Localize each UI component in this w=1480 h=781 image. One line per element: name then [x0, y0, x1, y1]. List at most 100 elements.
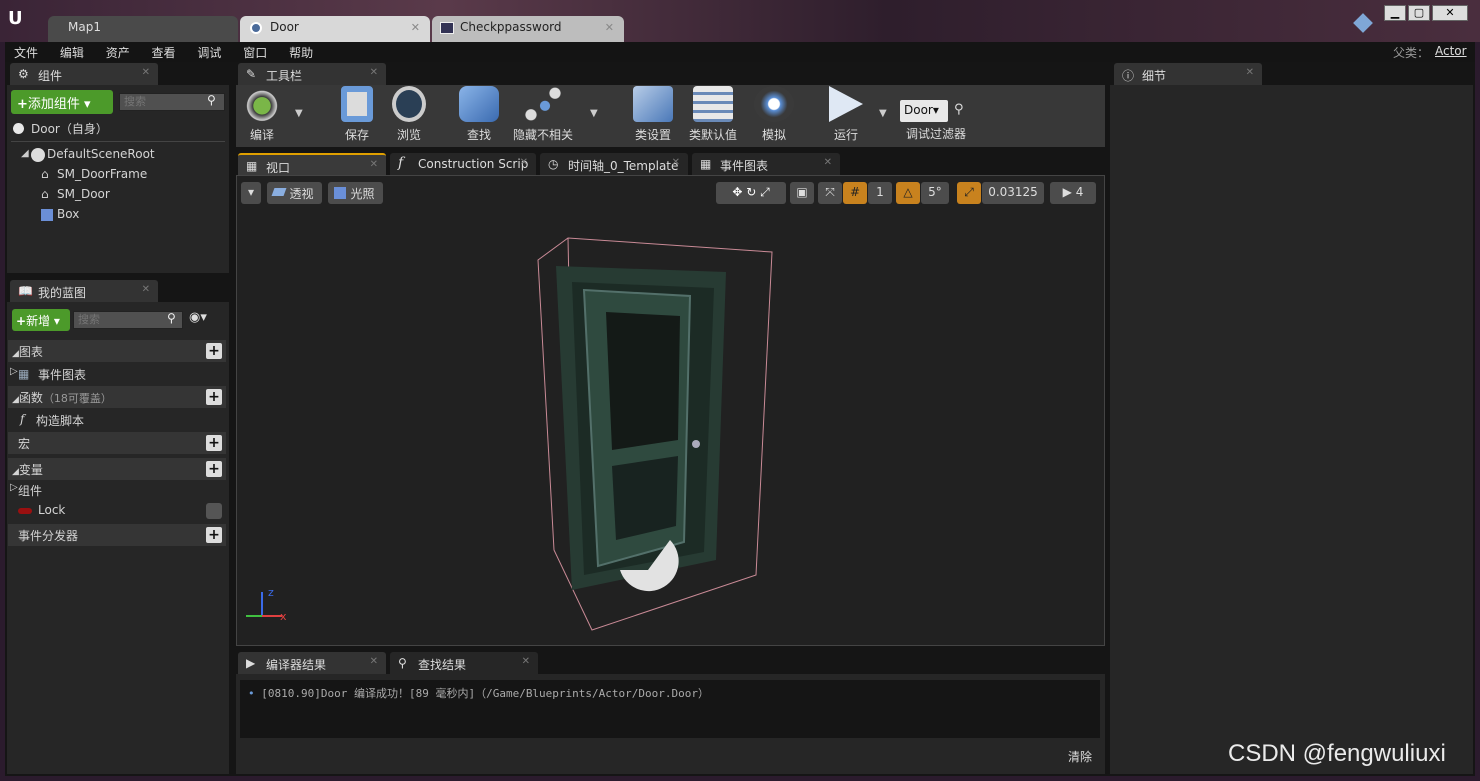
world-local-toggle[interactable]: ⤧ [818, 182, 842, 204]
hide-unrelated-chevron-icon[interactable]: ▼ [590, 108, 598, 119]
hide-unrelated-button[interactable]: 隐藏不相关 [510, 86, 576, 143]
self-item-label: Door（自身） [31, 122, 108, 136]
clear-button[interactable]: 清除 [1068, 748, 1092, 765]
transform-tools-group[interactable]: ✥ ↻ ⤢ [716, 182, 786, 204]
close-icon[interactable]: ✕ [142, 67, 150, 78]
components-category[interactable]: ▷ 组件 [10, 482, 226, 500]
close-icon[interactable]: ✕ [672, 157, 680, 168]
unreal-logo-icon[interactable]: U [8, 8, 30, 30]
close-button[interactable]: ✕ [1432, 5, 1468, 21]
compile-options-chevron-icon[interactable]: ▼ [295, 108, 303, 119]
menu-file[interactable]: 文件 [5, 42, 47, 61]
close-icon[interactable]: ✕ [370, 656, 378, 667]
visibility-eye-icon[interactable] [206, 503, 222, 519]
event-graph-item[interactable]: ▷ ▦ 事件图表 [10, 366, 226, 384]
menu-help[interactable]: 帮助 [280, 42, 322, 61]
tab-event-graph[interactable]: ▦ 事件图表 ✕ [692, 153, 840, 175]
tree-item-sm-doorframe[interactable]: ⌂ SM_DoorFrame [41, 167, 147, 181]
tab-viewport[interactable]: ▦ 视口 ✕ [238, 153, 386, 175]
close-icon[interactable]: ✕ [605, 21, 614, 34]
parent-class-label: 父类： [1393, 46, 1430, 60]
tab-my-blueprint[interactable]: 📖 我的蓝图 ✕ [10, 280, 158, 302]
maximize-button[interactable]: ▢ [1408, 5, 1430, 21]
tab-timeline[interactable]: ◷ 时间轴_0_Template ✕ [540, 153, 688, 175]
tree-item-defaultsceneroot[interactable]: ◢ DefaultSceneRoot [21, 147, 155, 162]
section-label: 图表 [18, 345, 43, 359]
bool-type-pill-icon [18, 508, 32, 514]
surface-snap-button[interactable]: ▣ [790, 182, 814, 204]
scale-snap-value[interactable]: 0.03125 [982, 182, 1044, 204]
close-icon[interactable]: ✕ [370, 159, 378, 170]
close-icon[interactable]: ✕ [520, 157, 528, 168]
tab-checkppassword[interactable]: Checkppassword ✕ [432, 16, 624, 42]
close-icon[interactable]: ✕ [522, 656, 530, 667]
scale-snap-toggle[interactable]: ⤢ [957, 182, 981, 204]
close-icon[interactable]: ✕ [824, 157, 832, 168]
simulate-button[interactable]: 模拟 [752, 86, 796, 143]
compiler-log-area[interactable]: • [0810.90]Door 编译成功！[89 毫秒内]（/Game/Blue… [240, 680, 1100, 738]
rotation-snap-toggle[interactable]: △ [896, 182, 920, 204]
tab-components[interactable]: ⚙ 组件 ✕ [10, 63, 158, 85]
rotation-snap-value[interactable]: 5° [921, 182, 949, 204]
play-options-chevron-icon[interactable]: ▼ [879, 108, 887, 119]
add-component-button[interactable]: +添加组件 ▾ [11, 90, 113, 114]
minimize-button[interactable]: ▁ [1384, 5, 1406, 21]
door-glass-lower [612, 456, 678, 540]
browse-button[interactable]: 浏览 [388, 86, 430, 143]
add-function-button[interactable]: + [206, 389, 222, 405]
close-icon[interactable]: ✕ [142, 284, 150, 295]
close-icon[interactable]: ✕ [1246, 67, 1254, 78]
parent-class-link[interactable]: Actor [1435, 44, 1467, 58]
menu-window[interactable]: 窗口 [234, 42, 276, 61]
variable-lock[interactable]: Lock [18, 503, 226, 521]
construction-script-item[interactable]: f 构造脚本 [20, 412, 226, 430]
tab-map1[interactable]: Map1 [48, 16, 238, 42]
section-functions[interactable]: ◢函数（18可覆盖） + [8, 386, 226, 408]
tree-item-box[interactable]: Box [41, 207, 79, 221]
compile-button[interactable]: 编译 [240, 86, 284, 143]
tab-construction-script[interactable]: f Construction Scrip ✕ [390, 153, 536, 175]
add-variable-button[interactable]: + [206, 461, 222, 477]
chevron-down-icon: ▾ [79, 97, 91, 112]
tab-compiler-results[interactable]: ▶ 编译器结果 ✕ [238, 652, 386, 674]
tab-door[interactable]: Door ✕ [240, 16, 430, 42]
menu-debug[interactable]: 调试 [188, 42, 230, 61]
camera-speed-value: 4 [1075, 185, 1084, 199]
components-title: 组件 [38, 69, 63, 83]
debug-filter-dropdown[interactable]: Door▾ [900, 100, 948, 122]
close-icon[interactable]: ✕ [370, 67, 378, 78]
save-button[interactable]: 保存 [336, 86, 378, 143]
tree-item-sm-door[interactable]: ⌂ SM_Door [41, 187, 110, 201]
tab-find-results[interactable]: ⚲ 查找结果 ✕ [390, 652, 538, 674]
menu-view[interactable]: 查看 [143, 42, 185, 61]
lit-mode-button[interactable]: 光照 [328, 182, 383, 204]
add-dispatcher-button[interactable]: + [206, 527, 222, 543]
play-button[interactable]: 运行 [824, 86, 868, 143]
section-event-dispatchers[interactable]: 事件分发器 + [8, 524, 226, 546]
section-macros[interactable]: 宏 + [8, 432, 226, 454]
tab-details[interactable]: ⓘ 细节 ✕ [1114, 63, 1262, 85]
close-icon[interactable]: ✕ [411, 21, 420, 34]
perspective-button[interactable]: 透视 [267, 182, 322, 204]
camera-speed-button[interactable]: ▶ 4 [1050, 182, 1096, 204]
grid-snap-toggle[interactable]: # [843, 182, 867, 204]
tab-toolbar[interactable]: ✎ 工具栏 ✕ [238, 63, 386, 85]
section-variables[interactable]: ◢变量 + [8, 458, 226, 480]
marketplace-icon[interactable] [1353, 13, 1373, 33]
menu-edit[interactable]: 编辑 [51, 42, 93, 61]
grid-snap-value[interactable]: 1 [868, 182, 892, 204]
section-graphs[interactable]: ◢图表 + [8, 340, 226, 362]
construction-script-label: 构造脚本 [36, 414, 85, 428]
hide-unrelated-nodes-icon [523, 86, 563, 122]
class-defaults-button[interactable]: 类默认值 [686, 86, 740, 143]
find-button[interactable]: 查找 [456, 86, 502, 143]
viewport-options-button[interactable]: ▾ [241, 182, 261, 204]
new-button[interactable]: +新增 ▾ [12, 309, 70, 331]
class-settings-button[interactable]: 类设置 [630, 86, 676, 143]
self-item[interactable]: Door（自身） [11, 120, 225, 140]
add-graph-button[interactable]: + [206, 343, 222, 359]
add-macro-button[interactable]: + [206, 435, 222, 451]
menu-asset[interactable]: 资产 [97, 42, 139, 61]
debug-filter-search-icon[interactable]: ⚲ [954, 102, 964, 117]
view-options-eye-icon[interactable]: ◉▾ [189, 310, 207, 325]
